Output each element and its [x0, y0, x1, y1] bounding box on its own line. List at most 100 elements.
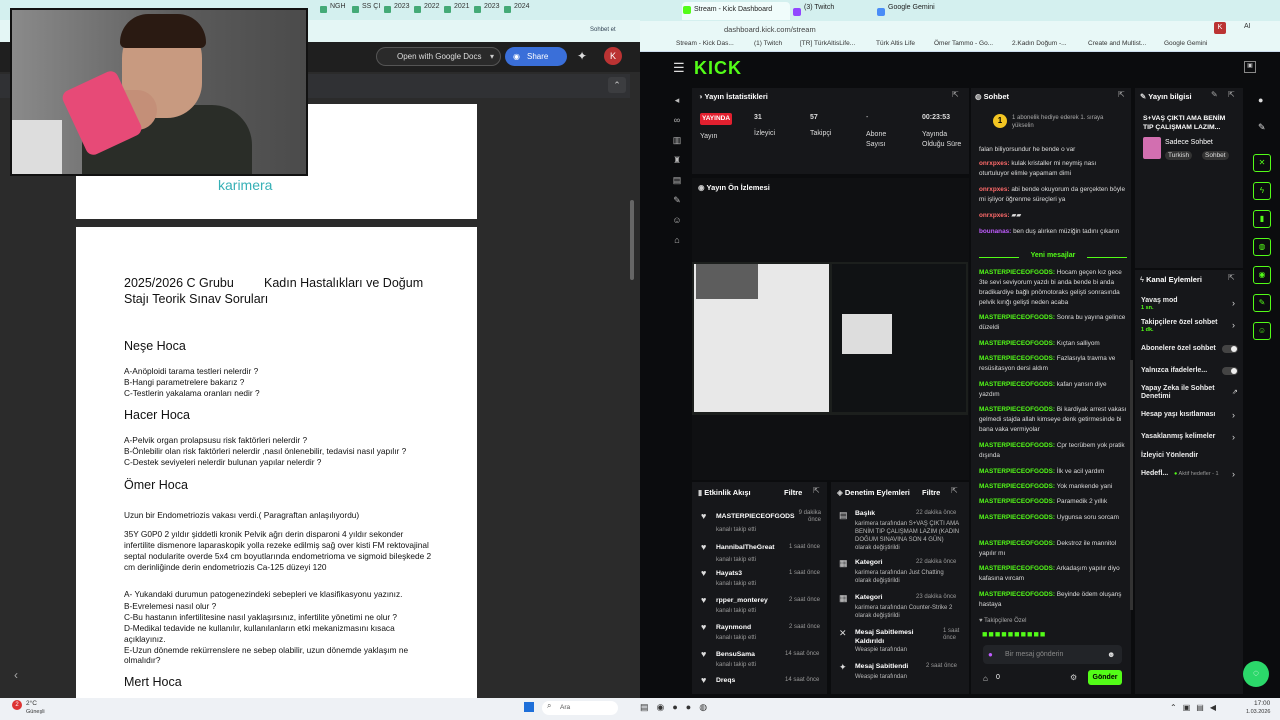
- chat-username[interactable]: MASTERPIECEOFGODS:: [979, 340, 1055, 347]
- subs-only-toggle[interactable]: [1222, 345, 1238, 353]
- rail-bolt-icon[interactable]: ϟ: [1253, 182, 1271, 200]
- goals-action[interactable]: Hedefl...: [1141, 470, 1168, 477]
- rail-wrench-icon[interactable]: ✎: [1253, 294, 1271, 312]
- activity-user[interactable]: rpper_monterey: [716, 597, 768, 604]
- nav-screen-icon[interactable]: ▤: [672, 175, 682, 185]
- raid-action[interactable]: İzleyici Yönlendir: [1141, 452, 1198, 459]
- chat-username[interactable]: MASTERPIECEOFGODS:: [979, 483, 1055, 490]
- external-link-icon[interactable]: ⇗: [1232, 388, 1238, 396]
- expand-icon[interactable]: ⇱: [1228, 90, 1235, 99]
- tab-2023[interactable]: 2023: [384, 3, 412, 17]
- kick-logo[interactable]: KICK: [694, 58, 742, 79]
- chevron-right-icon[interactable]: ›: [1232, 432, 1235, 442]
- expand-icon[interactable]: ⇱: [813, 486, 820, 495]
- bookmark[interactable]: Create and Multist...: [1088, 40, 1146, 47]
- expand-icon[interactable]: ⇱: [951, 486, 958, 495]
- activity-user[interactable]: MASTERPIECEOFGODS: [716, 513, 795, 520]
- ai-button[interactable]: AI: [1244, 23, 1251, 30]
- chat-username[interactable]: MASTERPIECEOFGODS:: [979, 269, 1055, 276]
- chat-settings-icon[interactable]: ⚙: [1070, 673, 1077, 682]
- chevron-right-icon[interactable]: ›: [1232, 469, 1235, 479]
- mod-filter-button[interactable]: Filtre: [922, 488, 940, 497]
- edit-icon[interactable]: ✎: [1211, 90, 1218, 99]
- tab-kick-dashboard[interactable]: Stream - Kick Dashboard: [682, 2, 790, 20]
- chevron-right-icon[interactable]: ›: [1232, 320, 1235, 330]
- activity-user[interactable]: HannibalTheGreat: [716, 544, 775, 551]
- expand-icon[interactable]: ⇱: [952, 90, 959, 99]
- tab-2024[interactable]: 2024: [504, 3, 532, 17]
- mic-icon[interactable]: ●: [988, 650, 993, 659]
- rail-users-icon[interactable]: ☺: [1253, 322, 1271, 340]
- system-tray-icons[interactable]: ⌃▣▤◀: [1170, 703, 1222, 712]
- chat-username[interactable]: bounanas:: [979, 228, 1011, 235]
- expand-icon[interactable]: ⇱: [1228, 273, 1235, 282]
- taskbar-apps[interactable]: ▤◉●●◍: [640, 702, 715, 713]
- chat-username[interactable]: MASTERPIECEOFGODS:: [979, 514, 1055, 521]
- activity-filter-button[interactable]: Filtre: [784, 488, 802, 497]
- support-chat-icon[interactable]: ◌: [1243, 661, 1269, 687]
- bookmark[interactable]: Türk Altis Life: [876, 40, 915, 47]
- open-with-google-docs-button[interactable]: Open with Google Docs ▾: [376, 47, 501, 66]
- bookmark[interactable]: (1) Twitch: [754, 40, 782, 47]
- points-icon[interactable]: ⌂: [983, 674, 988, 683]
- chat-input[interactable]: Bir mesaj gönderin: [983, 645, 1122, 664]
- nav-link-icon[interactable]: ∞: [672, 115, 682, 125]
- activity-user[interactable]: Dreqs: [716, 677, 735, 684]
- chat-username[interactable]: onrxpxes:: [979, 212, 1010, 219]
- chat-username[interactable]: onrxpxes:: [979, 186, 1010, 193]
- chevron-right-icon[interactable]: ›: [1232, 298, 1235, 308]
- left-scrollbar[interactable]: [630, 200, 634, 280]
- clock-time[interactable]: 17:00: [1254, 700, 1270, 707]
- tab-gemini[interactable]: Google Gemini: [876, 4, 966, 18]
- share-button[interactable]: Share ◉: [505, 47, 567, 66]
- tab-2021[interactable]: 2021: [444, 3, 472, 17]
- emoji-icon[interactable]: ☻: [1107, 650, 1115, 659]
- tab-twitch[interactable]: (3) Twitch: [792, 4, 872, 18]
- emote-only-action[interactable]: Yalnızca ifadelerle...: [1141, 367, 1207, 374]
- bookmark[interactable]: 2.Kadın Doğum -...: [1012, 40, 1067, 47]
- account-age-action[interactable]: Hesap yaşı kısıtlaması: [1141, 411, 1215, 418]
- activity-user[interactable]: Raynmond: [716, 624, 751, 631]
- chat-pill[interactable]: Sohbet et: [590, 24, 635, 37]
- emote-only-toggle[interactable]: [1222, 367, 1238, 375]
- prev-page-icon[interactable]: ‹: [14, 668, 18, 682]
- nav-trophy-icon[interactable]: ♜: [672, 155, 682, 165]
- rail-button[interactable]: ✕: [1253, 154, 1271, 172]
- activity-user[interactable]: Hayats3: [716, 570, 742, 577]
- expand-icon[interactable]: ⇱: [1118, 90, 1125, 99]
- gemini-sparkle-icon[interactable]: ✦: [573, 47, 591, 65]
- rail-chat-icon[interactable]: ◍: [1253, 238, 1271, 256]
- emote-picker-row[interactable]: ■■■■■■■■■■: [982, 629, 1126, 641]
- new-messages-divider[interactable]: Yeni mesajlar: [979, 252, 1127, 259]
- activity-user[interactable]: BensuSama: [716, 651, 755, 658]
- start-icon[interactable]: [524, 702, 534, 712]
- stream-preview-video[interactable]: [692, 262, 968, 415]
- tab-2023b[interactable]: 2023: [474, 3, 502, 17]
- tab-ngh[interactable]: NGH: [320, 3, 350, 17]
- chevron-down-icon[interactable]: ▾: [490, 48, 494, 65]
- bookmark[interactable]: Ömer Tammo - Go...: [934, 40, 993, 47]
- chat-username[interactable]: onrxpxes:: [979, 160, 1010, 167]
- notification-badge[interactable]: 2: [12, 700, 22, 710]
- nav-gift-icon[interactable]: ⌂: [672, 235, 682, 245]
- user-menu-icon[interactable]: ▣: [1244, 61, 1256, 73]
- nav-wrench-icon[interactable]: ✎: [672, 195, 682, 205]
- chat-scrollbar[interactable]: [1130, 360, 1133, 610]
- chat-username[interactable]: MASTERPIECEOFGODS:: [979, 406, 1055, 413]
- ai-moderation-action[interactable]: Yapay Zeka ile Sohbet Denetimi: [1141, 385, 1226, 401]
- bookmark[interactable]: Stream - Kick Das...: [676, 40, 734, 47]
- followers-only-action[interactable]: Takipçilere özel sohbet 1 dk.: [1141, 319, 1218, 333]
- edit-icon[interactable]: ✎: [1258, 122, 1266, 133]
- profile-avatar[interactable]: K: [1214, 22, 1226, 34]
- weather-temp[interactable]: 2°C: [26, 700, 37, 707]
- chat-username[interactable]: MASTERPIECEOFGODS:: [979, 540, 1055, 547]
- chevron-right-icon[interactable]: ›: [1232, 410, 1235, 420]
- info-icon[interactable]: ●: [1258, 95, 1263, 105]
- url-text[interactable]: dashboard.kick.com/stream: [724, 22, 816, 37]
- bookmark[interactable]: Google Gemini: [1164, 40, 1207, 47]
- nav-dashboard-icon[interactable]: ◂: [672, 95, 682, 105]
- chat-username[interactable]: MASTERPIECEOFGODS:: [979, 442, 1055, 449]
- send-button[interactable]: Gönder: [1088, 670, 1122, 685]
- tab-2022[interactable]: 2022: [414, 3, 442, 17]
- chat-username[interactable]: MASTERPIECEOFGODS:: [979, 381, 1055, 388]
